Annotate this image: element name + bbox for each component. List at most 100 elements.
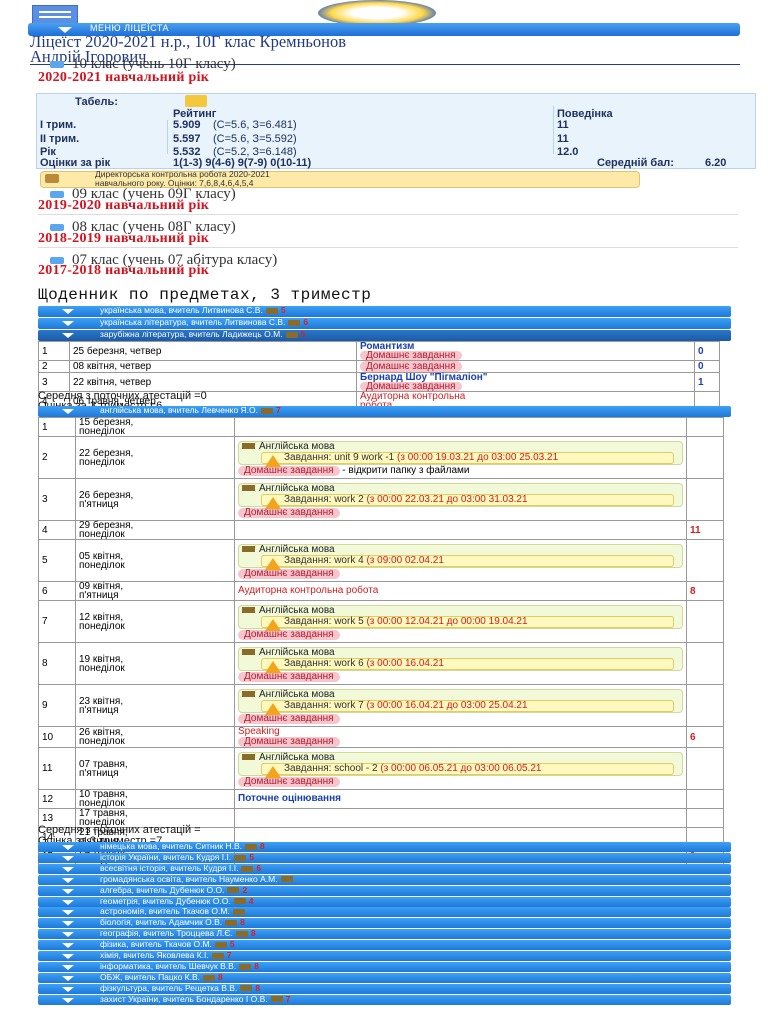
book-icon xyxy=(203,974,216,981)
subject-grade: 4 xyxy=(248,895,254,906)
homework-button[interactable]: Домашнє завдання xyxy=(360,351,462,361)
subject-bar[interactable]: історія України, вчитель Кудря І.І. 5 xyxy=(38,852,731,863)
homework-button[interactable]: Домашнє завдання xyxy=(238,465,340,476)
table-row: 2 22 березня, понеділок Англійська мова Завд… xyxy=(38,436,724,479)
row-grade xyxy=(686,789,724,809)
homework-button[interactable]: Домашнє завдання xyxy=(238,776,340,787)
row-topic: Аудиторна контрольна xyxy=(360,391,466,402)
chevron-down-icon xyxy=(62,845,74,850)
subject-bar[interactable]: географія, вчитель Троццева Л.Є. 8 xyxy=(38,928,731,940)
row-weekday: п'ятниця xyxy=(79,767,119,779)
report-card-table: Табель: Рейтинг Поведінка I трим. 5.909 … xyxy=(36,93,756,169)
task-period: (з 00:00 22.03.21 до 03:00 31.03.21 xyxy=(366,493,528,505)
year-07-subtitle: 2017-2018 навчальний рік xyxy=(38,263,210,278)
year-08-subtitle: 2018-2019 навчальний рік xyxy=(38,231,210,246)
card-subject: Англійська мова xyxy=(259,440,335,452)
table-row: 12 10 травня, понеділок Поточне оцінювання xyxy=(38,789,724,809)
row-grade xyxy=(686,600,724,643)
row-weekday: понеділок xyxy=(79,662,125,674)
subject-bar[interactable]: астрономія, вчитель Ткачов О.М. xyxy=(38,906,731,918)
homework-button[interactable]: Домашнє завдання xyxy=(238,507,340,518)
row-topic: Аудиторна контрольна робота xyxy=(238,585,379,596)
tabel-row-behavior: 11 xyxy=(557,133,569,145)
row-weekday: п'ятниця xyxy=(79,704,119,716)
book-icon xyxy=(233,898,246,905)
book-icon xyxy=(270,996,283,1003)
chevron-down-icon xyxy=(62,333,74,338)
row-weekday: понеділок xyxy=(79,620,125,632)
assignment-card[interactable]: Англійська мова Завдання: work 6 (з 00:00… xyxy=(238,646,683,673)
subject-bar[interactable]: хімія, вчитель Яковлева К.І. 7 xyxy=(38,950,731,961)
subject-bar-ukr-lit[interactable]: українська література, вчитель Литвинова… xyxy=(38,317,731,329)
subject-bar[interactable]: всесвітня історія, вчитель Кудря І.І. 6 xyxy=(38,862,731,874)
subject-bar[interactable]: німецька мова, вчитель Ситник Н.В. 8 xyxy=(38,841,731,852)
card-subject: Англійська мова xyxy=(259,751,335,763)
row-weekday: понеділок xyxy=(79,798,125,809)
subject-grade: 7 xyxy=(285,993,291,1004)
avg-score-label: Середній бал: xyxy=(597,157,674,169)
subject-name: всесвітня історія, вчитель Кудря І.І. xyxy=(100,862,239,873)
warning-icon xyxy=(265,557,281,570)
row-number: 11 xyxy=(38,747,76,790)
assignment-card[interactable]: Англійська мова Завдання: unit 9 work -1 … xyxy=(238,440,683,467)
table-row: 11 07 травня, п'ятниця Англійська мова Завда… xyxy=(38,747,724,790)
homework-button[interactable]: Домашнє завдання xyxy=(238,713,340,724)
warning-icon xyxy=(265,618,281,631)
subject-bar[interactable]: інформатика, вчитель Шевчук В.В. 8 xyxy=(38,961,731,972)
book-icon xyxy=(242,606,255,613)
task-name: Завдання: unit 9 work -1 xyxy=(284,451,395,463)
assignment-card[interactable]: Англійська мова Завдання: work 4 (з 09:00… xyxy=(238,543,683,570)
row-number: 10 xyxy=(38,726,76,748)
subject-grade: 7 xyxy=(276,405,281,415)
book-icon xyxy=(288,319,301,326)
subject-bar[interactable]: алгебра, вчитель Дубенюк О.О. 2 xyxy=(38,884,731,896)
assignment-card[interactable]: Англійська мова Завдання: work 2 (з 00:00… xyxy=(238,482,683,509)
homework-button[interactable]: Домашнє завдання xyxy=(238,671,340,682)
book-icon xyxy=(280,876,293,883)
tabel-row-behavior: 12.0 xyxy=(557,146,579,158)
subject-bar-ukr-lang[interactable]: українська мова, вчитель Литвинова С.В. 5 xyxy=(38,305,731,317)
assignment-card[interactable]: Англійська мова Завдання: school - 2 (з 0… xyxy=(238,751,683,778)
book-icon xyxy=(225,920,238,927)
card-subject: Англійська мова xyxy=(259,688,335,700)
table-row: 10 26 квітня, понеділок Speaking Домашнє зав… xyxy=(38,726,724,748)
chevron-down-icon xyxy=(50,61,64,69)
subject-bar-english[interactable]: англійська мова, вчитель Левченко Я.О. 7 xyxy=(38,405,731,417)
english-lessons-table: 1 15 березня, понеділок 2 22 березня, понеділ… xyxy=(38,417,731,866)
subject-bar[interactable]: громадянська освіта, вчитель Науменко А.… xyxy=(38,874,731,885)
subject-bar[interactable]: фізкультура, вчитель Рещетка В.В. 8 xyxy=(38,983,731,994)
subject-grade: 6 xyxy=(303,317,309,327)
row-grade xyxy=(686,478,724,521)
hamburger-menu-icon[interactable] xyxy=(32,5,78,25)
folder-link[interactable]: - відкрити папку з файлами xyxy=(342,465,469,476)
subject-bar[interactable]: фізика, вчитель Ткачов О.М. 5 xyxy=(38,939,731,951)
homework-button[interactable]: Домашнє завдання xyxy=(238,568,340,579)
book-icon xyxy=(265,307,278,314)
row-number: 4 xyxy=(38,520,76,540)
table-row: 1 15 березня, понеділок xyxy=(38,417,724,437)
card-subject: Англійська мова xyxy=(259,646,335,658)
row-weekday: понеділок xyxy=(79,456,125,468)
chevron-down-icon xyxy=(62,932,74,938)
year-09-subtitle: 2019-2020 навчальний рік xyxy=(38,198,210,213)
homework-button[interactable]: Домашнє завдання xyxy=(238,629,340,640)
subject-name: захист України, вчитель Бондаренко І О.В… xyxy=(100,993,268,1004)
year-10-subtitle: 2020-2021 навчальний рік xyxy=(38,70,210,85)
homework-button[interactable]: Домашнє завдання xyxy=(360,361,462,372)
subject-name: алгебра, вчитель Дубенюк О.О. xyxy=(100,884,225,895)
report-card-icon xyxy=(185,95,207,107)
subject-bar[interactable]: геометрія, вчитель Дубенюк О.О. 4 xyxy=(38,895,731,907)
subject-bar[interactable]: захист України, вчитель Бондаренко І О.В… xyxy=(38,993,731,1005)
warning-icon xyxy=(265,660,281,673)
assignment-card[interactable]: Англійська мова Завдання: work 5 (з 00:00… xyxy=(238,604,683,631)
table-row: 8 19 квітня, понеділок Англійська мова Завда… xyxy=(38,642,724,685)
warning-icon xyxy=(265,454,281,467)
assignment-card[interactable]: Англійська мова Завдання: work 7 (з 00:00… xyxy=(238,688,683,715)
row-number: 8 xyxy=(38,642,76,685)
subject-bar-foreign-lit[interactable]: зарубіжна література, вчитель Ладижець О… xyxy=(38,329,731,341)
subject-bar[interactable]: ОБЖ, вчитель Пацко К.В. 8 xyxy=(38,972,731,983)
subject-bar[interactable]: біологія, вчитель Адамчик О.В. 8 xyxy=(38,917,731,929)
homework-button[interactable]: Домашнє завдання xyxy=(360,382,462,392)
task-period: (з 00:00 16.04.21 xyxy=(366,657,444,669)
homework-button[interactable]: Домашнє завдання xyxy=(238,737,340,747)
